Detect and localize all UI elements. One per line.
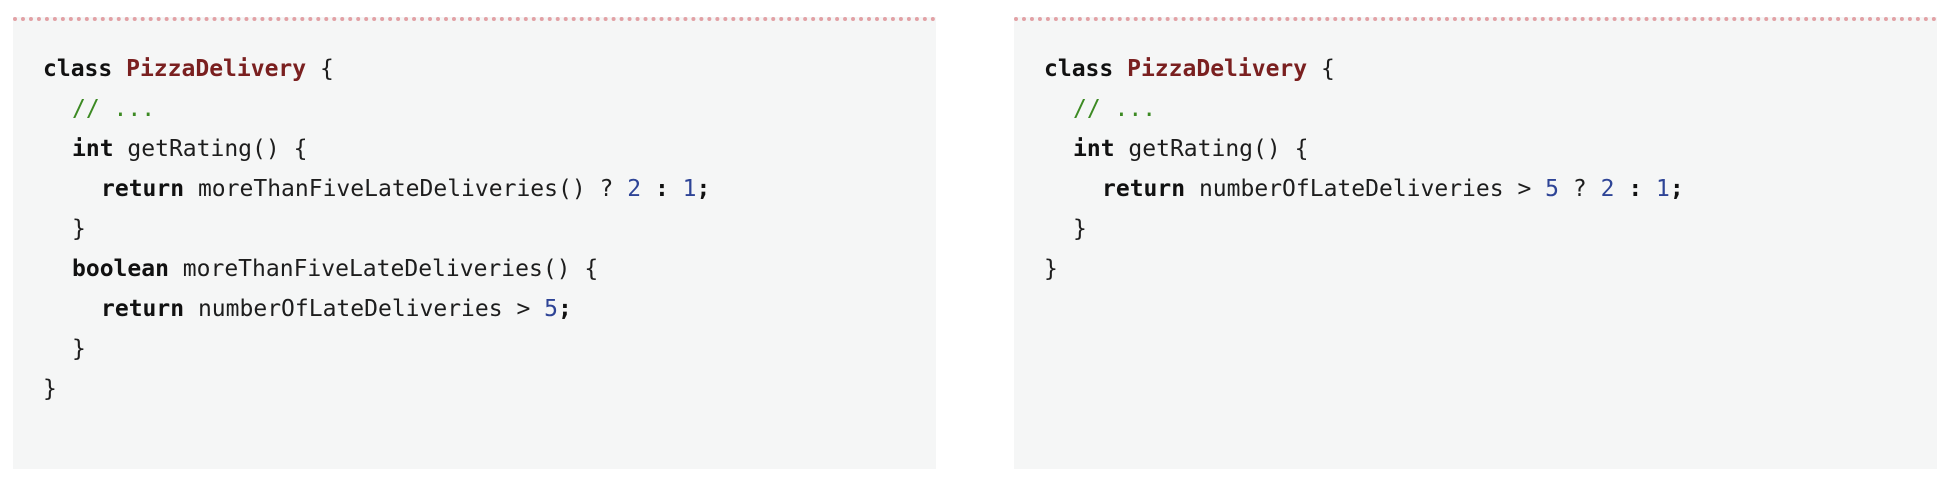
- code-line-close-brace: }: [1044, 209, 1937, 249]
- code-line-class-decl: class PizzaDelivery {: [1044, 49, 1937, 89]
- ternary-colon: :: [654, 176, 669, 202]
- comment: // ...: [72, 96, 156, 122]
- code-line-return-ternary: return moreThanFiveLateDeliveries() ? 2 …: [43, 169, 936, 209]
- close-brace: }: [72, 216, 86, 242]
- keyword-int: int: [72, 136, 114, 162]
- code-line-return-inlined: return numberOfLateDeliveries > 5 ? 2 : …: [1044, 169, 1937, 209]
- code-line-return-comparison: return numberOfLateDeliveries > 5;: [43, 289, 936, 329]
- method-signature: getRating() {: [1128, 136, 1309, 162]
- number-literal: 2: [627, 176, 642, 202]
- class-name: PizzaDelivery: [126, 56, 307, 82]
- code-line-close-class-brace: }: [43, 369, 936, 409]
- close-brace: }: [1044, 256, 1058, 282]
- keyword-int: int: [1073, 136, 1115, 162]
- code-line-close-class-brace: }: [1044, 249, 1937, 289]
- code-block-before: class PizzaDelivery { // ... int getRati…: [13, 17, 936, 469]
- class-name: PizzaDelivery: [1127, 56, 1308, 82]
- method-signature: getRating() {: [127, 136, 308, 162]
- code-line-comment: // ...: [1044, 89, 1937, 129]
- comparison-expression: numberOfLateDeliveries >: [197, 296, 531, 322]
- keyword-class: class: [1044, 56, 1114, 82]
- code-line-comment: // ...: [43, 89, 936, 129]
- number-literal: 5: [544, 296, 559, 322]
- open-brace: {: [319, 56, 334, 82]
- number-literal: 1: [1656, 176, 1670, 202]
- close-brace: }: [43, 376, 57, 402]
- semicolon: ;: [696, 176, 711, 202]
- semicolon: ;: [558, 296, 572, 322]
- code-line-close-brace: }: [43, 209, 936, 249]
- code-line-class-decl: class PizzaDelivery {: [43, 49, 936, 89]
- code-block-after: class PizzaDelivery { // ... int getRati…: [1014, 17, 1937, 469]
- number-literal: 5: [1545, 176, 1560, 202]
- number-literal: 2: [1600, 176, 1615, 202]
- method-call: moreThanFiveLateDeliveries() ?: [197, 176, 614, 202]
- code-line-helper-decl: boolean moreThanFiveLateDeliveries() {: [43, 249, 936, 289]
- comment: // ...: [1073, 96, 1157, 122]
- ternary-colon: :: [1628, 176, 1643, 202]
- keyword-boolean: boolean: [72, 256, 169, 282]
- code-line-get-rating-decl: int getRating() {: [1044, 129, 1937, 169]
- keyword-class: class: [43, 56, 113, 82]
- code-line-close-brace: }: [43, 329, 936, 369]
- comparison-expression: numberOfLateDeliveries >: [1198, 176, 1532, 202]
- open-brace: {: [1320, 56, 1335, 82]
- ternary-question: ?: [1572, 176, 1587, 202]
- close-brace: }: [1073, 216, 1087, 242]
- keyword-return: return: [1102, 176, 1186, 202]
- keyword-return: return: [101, 176, 185, 202]
- keyword-return: return: [101, 296, 185, 322]
- close-brace: }: [72, 336, 86, 362]
- number-literal: 1: [682, 176, 697, 202]
- code-line-get-rating-decl: int getRating() {: [43, 129, 936, 169]
- semicolon: ;: [1669, 176, 1684, 202]
- method-signature: moreThanFiveLateDeliveries() {: [182, 256, 599, 282]
